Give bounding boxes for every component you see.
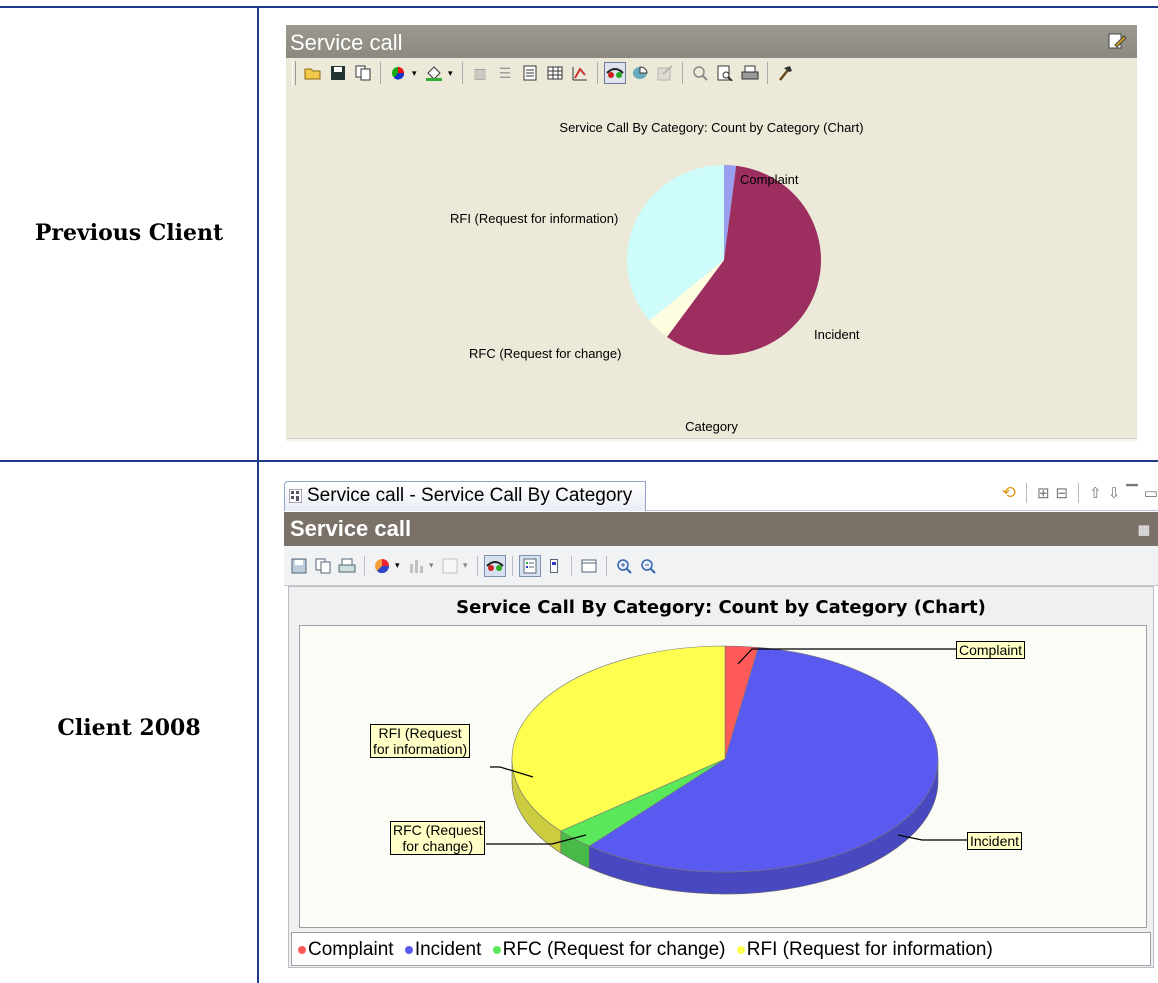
previous-x-axis-label: Category [685, 419, 738, 434]
toolbar-separator [364, 555, 365, 576]
toolbar-separator [571, 555, 572, 576]
callout-rfi-line1: RFI (Request [378, 725, 462, 741]
callout-rfc: RFC (Request for change) [390, 821, 486, 855]
report-view-icon [289, 489, 302, 503]
expand-all-icon[interactable]: ⊞ [1037, 484, 1050, 502]
tab-service-call-chart[interactable]: Service call - Service Call By Category [284, 481, 646, 511]
table-top-border [0, 6, 1158, 8]
table-column-divider [257, 6, 259, 983]
callout-rfi: RFI (Request for information) [370, 724, 471, 758]
client-2008-panel-title: Service call [290, 516, 412, 541]
legend-swatch [736, 945, 745, 954]
legend-swatch [492, 945, 501, 954]
legend-swatch [298, 945, 306, 954]
callout-complaint: Complaint [956, 641, 1026, 659]
legend-label: RFC (Request for change) [502, 939, 726, 960]
previous-client-panel: Service call ▾ ▾ ▥ ☰ Service Call By Cat… [286, 25, 1137, 442]
previous-label-complaint: Complaint [740, 172, 799, 187]
legend-label: Incident [414, 939, 482, 960]
chart-legend: Complaint Incident RFC (Request for chan… [291, 932, 1151, 966]
legend-item-rfc[interactable]: RFC (Request for change) [492, 939, 726, 960]
tab-bar: Service call - Service Call By Category … [284, 479, 1158, 511]
legend-swatch [404, 945, 413, 954]
toolbar-separator [477, 555, 478, 576]
previous-label-incident: Incident [814, 327, 860, 342]
arrow-down-icon[interactable]: ⇩ [1108, 484, 1121, 502]
row-label-previous-client: Previous Client [34, 220, 224, 246]
previous-pie-chart [627, 165, 821, 355]
legend-label: RFI (Request for information) [746, 939, 993, 960]
chevron-down-icon[interactable]: ▾ [429, 560, 437, 571]
maximize-icon[interactable]: ▭ [1144, 484, 1158, 502]
previous-bottom-scrollbar[interactable] [286, 438, 1137, 442]
print-icon[interactable] [336, 555, 358, 577]
table-icon[interactable] [578, 555, 600, 577]
legend-icon[interactable] [519, 554, 541, 577]
save-icon[interactable] [288, 555, 310, 577]
refresh-icon[interactable]: ⟲ [1002, 483, 1016, 503]
pie-chart-icon[interactable] [371, 555, 393, 577]
callout-rfc-line2: for change) [402, 838, 474, 854]
callout-rfi-line2: for information) [373, 741, 468, 757]
data-label-icon[interactable] [543, 555, 565, 577]
legend-item-rfi[interactable]: RFI (Request for information) [736, 939, 993, 960]
view-controls: ⟲ ⊞ ⊟ ⇧ ⇩ ▔ ▭ [1002, 483, 1158, 503]
legend-item-incident[interactable]: Incident [404, 939, 482, 960]
chevron-down-icon[interactable]: ▾ [463, 560, 471, 571]
client-2008-chart-area: Service Call By Category: Count by Categ… [288, 586, 1154, 968]
toolbar-separator [1025, 483, 1027, 503]
toolbar-separator [1078, 483, 1080, 503]
client-2008-panel: Service call - Service Call By Category … [284, 479, 1158, 969]
client-2008-plot-area: Complaint RFI (Request for information) … [299, 625, 1147, 928]
table-middle-border [0, 460, 1158, 462]
frame-icon[interactable] [439, 555, 461, 577]
callout-incident: Incident [967, 832, 1023, 850]
legend-item-complaint[interactable]: Complaint [298, 939, 394, 960]
client-2008-titlebar: Service call ▦ [284, 512, 1158, 546]
legend-label: Complaint [308, 939, 394, 960]
tab-label: Service call - Service Call By Category [307, 485, 633, 506]
previous-label-rfc: RFC (Request for change) [469, 346, 622, 361]
previous-label-rfi: RFI (Request for information) [450, 211, 619, 226]
zoom-in-icon[interactable] [613, 555, 635, 577]
zoom-out-icon[interactable] [637, 555, 659, 577]
chevron-down-icon[interactable]: ▾ [395, 560, 403, 571]
copy-icon[interactable] [312, 555, 334, 577]
callout-rfc-line1: RFC (Request [393, 822, 483, 838]
panel-options-icon[interactable]: ▦ [1138, 522, 1150, 538]
toolbar-separator [512, 555, 513, 576]
bar-chart-icon[interactable] [405, 555, 427, 577]
toolbar-separator [606, 555, 607, 576]
client-2008-toolbar: ▾ ▾ ▾ [284, 546, 1158, 586]
client-2008-chart-title: Service Call By Category: Count by Categ… [456, 597, 986, 618]
minimize-icon[interactable]: ▔ [1126, 484, 1138, 502]
3d-glasses-icon[interactable] [484, 554, 506, 577]
row-label-client-2008: Client 2008 [57, 715, 201, 741]
client-2008-pie-chart [486, 645, 967, 895]
arrow-up-icon[interactable]: ⇧ [1089, 484, 1102, 502]
collapse-all-icon[interactable]: ⊟ [1056, 484, 1069, 502]
